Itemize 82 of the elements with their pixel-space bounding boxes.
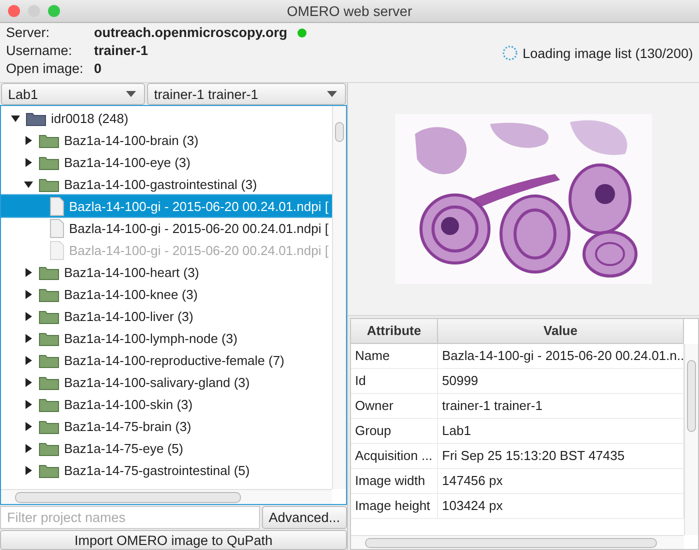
tree-item[interactable]: Baz1a-14-100-salivary-gland (3) [1,371,332,393]
table-cell: 103424 px [438,494,684,519]
folder-icon [39,308,59,324]
table-cell: Bazla-14-100-gi - 2015-06-20 00.24.01.n.. [438,344,684,369]
folder-icon [39,330,59,346]
table-cell: 50999 [438,369,684,394]
collapse-arrow-icon[interactable] [24,180,33,188]
field-value: 0 [94,61,102,77]
tree-item[interactable]: Baz1a-14-100-knee (3) [1,283,332,305]
expand-arrow-icon[interactable] [24,466,33,474]
table-cell: Image width [351,469,438,494]
caret-icon [327,91,337,97]
collapse-arrow-icon[interactable] [11,114,20,122]
table-cell: Name [351,344,438,369]
spinner-icon [502,45,518,61]
folder-icon [39,462,59,478]
expand-arrow-icon[interactable] [24,290,33,298]
folder-icon [39,264,59,280]
field-label: Open image: [6,61,84,77]
folder-icon [26,110,46,126]
vertical-scrollbar[interactable] [332,106,346,489]
expand-arrow-icon[interactable] [24,378,33,386]
caret-icon [126,91,136,97]
folder-icon [39,176,59,192]
expand-arrow-icon[interactable] [24,268,33,276]
horizontal-scrollbar[interactable] [1,489,332,504]
horizontal-scrollbar[interactable] [351,535,684,549]
file-icon [50,240,64,260]
table-cell: Owner [351,394,438,419]
expand-arrow-icon[interactable] [24,444,33,452]
window-title: OMERO web server [286,3,414,19]
folder-icon [39,352,59,368]
dropdown[interactable]: trainer-1 trainer-1 [147,83,346,105]
vertical-scrollbar[interactable] [684,344,698,535]
tree-item[interactable]: Baz1a-14-100-eye (3) [1,151,332,173]
folder-icon [39,418,59,434]
tree-item[interactable]: Baz1a-14-75-brain (3) [1,415,332,437]
table-cell: Group [351,419,438,444]
tree-item[interactable]: Baz1a-14-100-liver (3) [1,305,332,327]
file-icon [50,218,64,238]
expand-arrow-icon[interactable] [24,158,33,166]
tree-item[interactable]: Baz1a-14-100-lymph-node (3) [1,327,332,349]
field-label: Username: [6,43,74,59]
tree-item[interactable]: Baz1a-14-100-skin (3) [1,393,332,415]
tree-item[interactable]: idr0018 (248) [1,107,332,129]
tree-item[interactable]: Baz1a-14-100-reproductive-female (7) [1,349,332,371]
table-cell: trainer-1 trainer-1 [438,394,684,419]
advanced-button[interactable]: Advanced... [262,506,347,529]
field-value: trainer-1 [94,43,148,59]
table-cell: Lab1 [438,419,684,444]
field-label: Server: [6,25,51,41]
expand-arrow-icon[interactable] [24,400,33,408]
expand-arrow-icon[interactable] [24,356,33,364]
folder-icon [39,286,59,302]
folder-icon [39,440,59,456]
filter-field[interactable]: Filter project names [0,506,260,529]
table-cell: Image height [351,494,438,519]
folder-icon [39,132,59,148]
table-cell: Acquisition ... [351,444,438,469]
expand-arrow-icon[interactable] [24,312,33,320]
folder-icon [39,396,59,412]
dropdown[interactable]: Lab1 [1,83,145,105]
tree-item[interactable]: Baz1a-14-100-gastrointestinal (3) [1,173,332,195]
folder-icon [39,154,59,170]
tree-item[interactable]: Baz1a-14-75-gastrointestinal (5) [1,459,332,481]
loading-status: Loading image list (130/200) [522,46,693,60]
file-icon [50,196,64,216]
tree-item[interactable]: Baz1a-14-100-brain (3) [1,129,332,151]
expand-arrow-icon[interactable] [24,422,33,430]
tree-item[interactable]: Bazla-14-100-gi - 2015-06-20 00.24.01.ndpi [ [1,217,332,239]
expand-arrow-icon[interactable] [24,334,33,342]
field-value: outreach.openmicroscopy.org [94,25,288,41]
column-header[interactable]: Attribute [351,319,438,344]
column-header[interactable]: Value [438,319,684,344]
table-cell: 147456 px [438,469,684,494]
folder-icon [39,374,59,390]
import-button[interactable]: Import OMERO image to QuPath [0,530,347,550]
table-cell: Id [351,369,438,394]
tree-item[interactable]: Baz1a-14-100-heart (3) [1,261,332,283]
tree-item[interactable]: Baz1a-14-75-eye (5) [1,437,332,459]
table-cell: Fri Sep 25 15:13:20 BST 47435 [438,444,684,469]
expand-arrow-icon[interactable] [24,136,33,144]
